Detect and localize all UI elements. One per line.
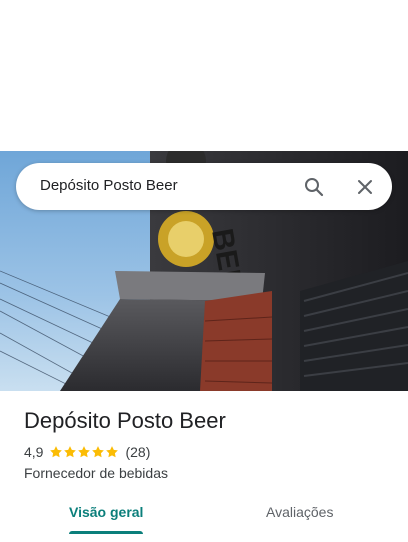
star-icon [106,446,119,458]
star-icon [50,446,63,458]
search-icon [305,178,324,197]
place-info: Depósito Posto Beer 4,9 (28) Fornecedor … [0,391,408,542]
tab-overview[interactable]: Visão geral [69,504,143,520]
place-category[interactable]: Fornecedor de bebidas [24,465,168,481]
tab-reviews[interactable]: Avaliações [266,504,333,520]
map-area[interactable] [0,0,408,151]
search-input[interactable]: Depósito Posto Beer [40,177,178,194]
star-rating [49,445,119,459]
star-icon [64,446,77,458]
star-icon [92,446,105,458]
search-button[interactable] [298,171,330,203]
place-title: Depósito Posto Beer [24,408,226,433]
map-place-panel: BEER Depósito Posto Beer Depósito Posto … [0,0,408,542]
rating-row[interactable]: 4,9 (28) [24,444,150,460]
star-icon [78,446,91,458]
close-icon [358,180,372,194]
active-tab-indicator [69,531,143,534]
search-bar[interactable]: Depósito Posto Beer [16,163,392,210]
close-button[interactable] [349,171,381,203]
rating-value: 4,9 [24,444,44,460]
place-tabs: Visão geral Avaliações [0,494,408,542]
reviews-count: (28) [125,444,151,460]
